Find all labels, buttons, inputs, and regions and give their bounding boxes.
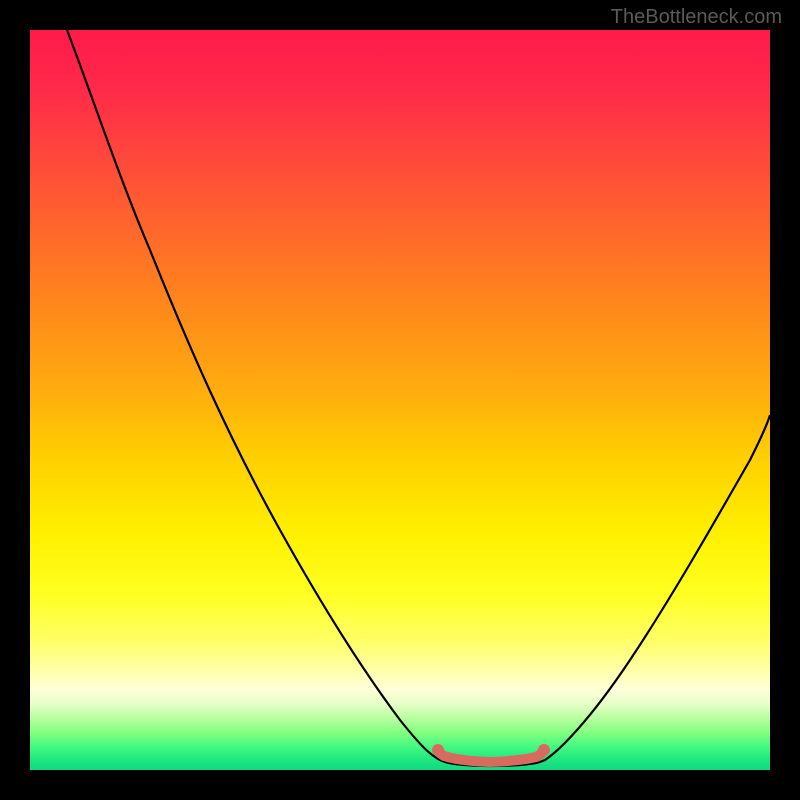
curve-svg — [30, 30, 770, 770]
marker-dot-right — [538, 744, 550, 756]
bottleneck-curve-path — [67, 30, 770, 766]
marker-dot-left — [432, 744, 444, 756]
optimal-zone-marker-path — [438, 750, 544, 762]
chart-plot-area — [30, 30, 770, 770]
watermark-text: TheBottleneck.com — [611, 6, 782, 29]
